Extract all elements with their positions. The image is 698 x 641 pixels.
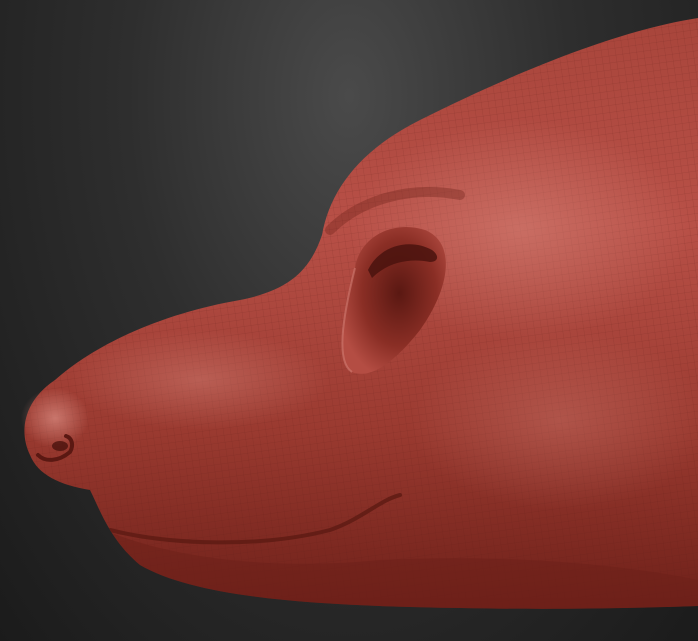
3d-viewport[interactable] xyxy=(0,0,698,641)
model-head[interactable] xyxy=(0,0,698,641)
sculpt-canvas[interactable] xyxy=(0,0,698,641)
